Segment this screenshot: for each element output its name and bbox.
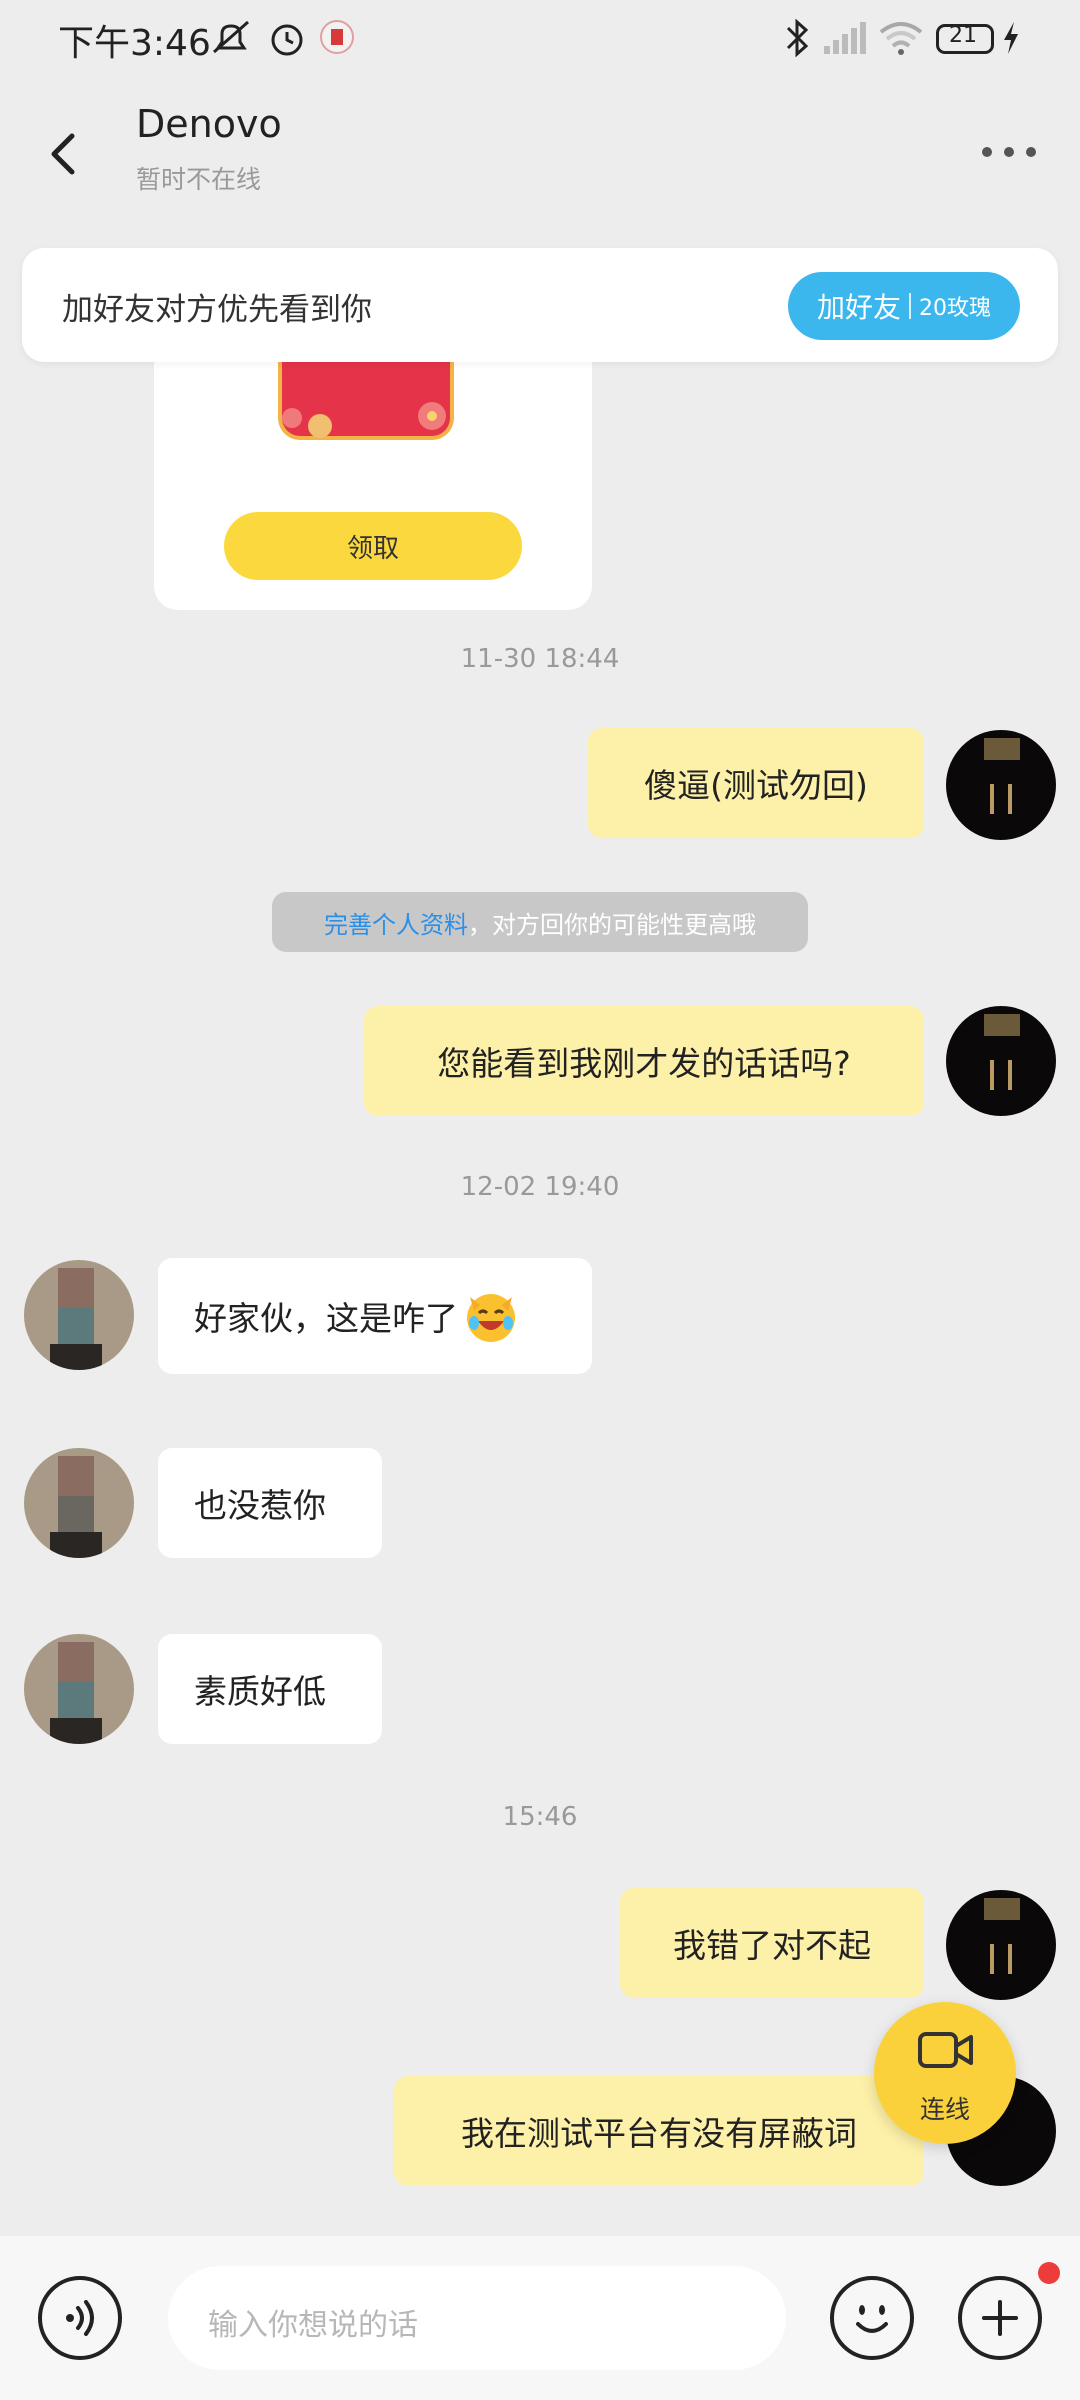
- voice-input-button[interactable]: [38, 2276, 122, 2360]
- contact-avatar[interactable]: [24, 1448, 134, 1558]
- message-input-placeholder: 输入你想说的话: [208, 2308, 418, 2343]
- add-friend-label: 加好友: [816, 291, 901, 324]
- video-call-label: 连线: [919, 2095, 970, 2124]
- notification-dot: [1038, 2262, 1060, 2284]
- banner-text: 加好友对方优先看到你: [62, 292, 372, 328]
- battery-icon: 21: [936, 23, 994, 54]
- composer-bar: 输入你想说的话: [0, 2236, 1080, 2400]
- message-bubble-sent[interactable]: 傻逼(测试勿回): [588, 728, 924, 838]
- signal-icon: [824, 22, 866, 54]
- profile-tip-text: ，对方回你的可能性更高哦: [468, 910, 756, 939]
- contact-avatar[interactable]: [24, 1260, 134, 1370]
- voice-icon: [66, 2300, 94, 2336]
- status-bar: 下午3:46 21: [0, 0, 1080, 78]
- button-divider: [909, 293, 911, 319]
- back-arrow-icon[interactable]: [40, 118, 90, 188]
- contact-status: 暂时不在线: [136, 165, 262, 194]
- plus-icon: [982, 2300, 1018, 2336]
- my-avatar[interactable]: [946, 1890, 1056, 2000]
- video-call-button[interactable]: 连线: [874, 2002, 1016, 2144]
- battery-level: 21: [949, 23, 977, 48]
- mute-bell-icon: [213, 20, 249, 54]
- my-avatar[interactable]: [946, 1006, 1056, 1116]
- message-bubble-sent[interactable]: 我在测试平台有没有屏蔽词: [394, 2076, 924, 2186]
- message-text: 好家伙，这是咋了: [194, 1299, 458, 1338]
- message-bubble-sent[interactable]: 您能看到我刚才发的话话吗?: [364, 1006, 924, 1116]
- profile-tip: 完善个人资料 ，对方回你的可能性更高哦: [272, 892, 808, 952]
- laughing-emoji-icon: [467, 1294, 515, 1342]
- smiley-icon: [856, 2305, 888, 2333]
- charging-icon: [1004, 22, 1018, 54]
- message-bubble-received[interactable]: 也没惹你: [158, 1448, 382, 1558]
- video-camera-icon: [918, 2032, 973, 2068]
- contact-avatar[interactable]: [24, 1634, 134, 1744]
- alarm-icon: [271, 24, 303, 56]
- my-avatar[interactable]: [946, 730, 1056, 840]
- red-packet-card: 领取: [154, 360, 592, 610]
- flower-decoration-icon: [282, 402, 446, 438]
- bluetooth-icon: [786, 18, 809, 58]
- message-bubble-received[interactable]: 好家伙，这是咋了: [158, 1258, 592, 1374]
- chat-header: Denovo 暂时不在线: [0, 78, 1080, 228]
- more-options-icon[interactable]: [980, 133, 1040, 169]
- rose-cost-label: 20玫瑰: [919, 296, 991, 321]
- timestamp: 15:46: [502, 1802, 578, 1832]
- message-bubble-received[interactable]: 素质好低: [158, 1634, 382, 1744]
- more-actions-button[interactable]: [958, 2276, 1042, 2360]
- message-bubble-sent[interactable]: 我错了对不起: [620, 1888, 924, 1998]
- timestamp: 12-02 19:40: [460, 1172, 620, 1202]
- complete-profile-link[interactable]: 完善个人资料: [324, 905, 468, 940]
- message-input[interactable]: 输入你想说的话: [168, 2266, 786, 2370]
- timestamp: 11-30 18:44: [460, 644, 620, 674]
- add-friend-button[interactable]: 加好友 20玫瑰: [788, 272, 1020, 340]
- add-friend-banner: 加好友对方优先看到你 加好友 20玫瑰: [22, 248, 1058, 362]
- app-notification-icon: [320, 20, 354, 54]
- claim-button[interactable]: 领取: [224, 512, 522, 580]
- contact-name: Denovo: [136, 102, 282, 146]
- emoji-button[interactable]: [830, 2276, 914, 2360]
- wifi-icon: [879, 22, 923, 55]
- status-time: 下午3:46: [58, 23, 211, 64]
